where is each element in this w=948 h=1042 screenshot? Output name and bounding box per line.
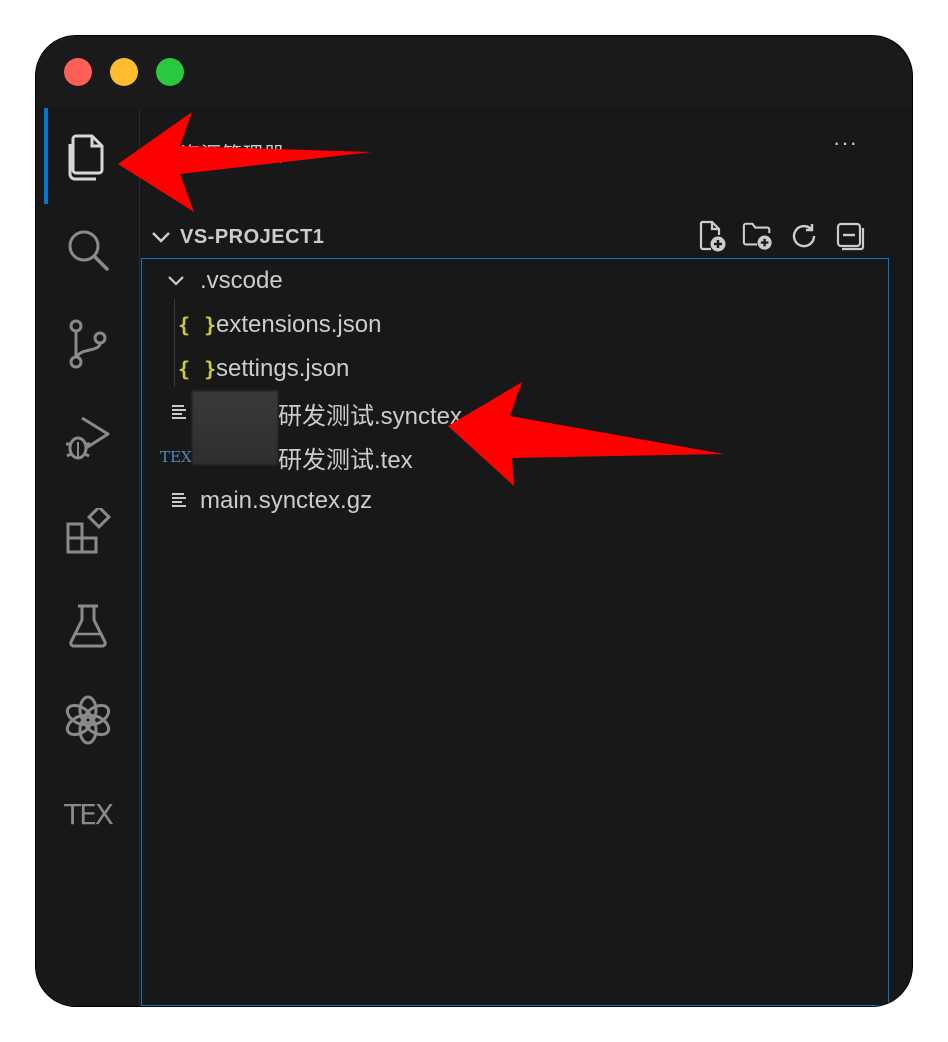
files-icon [68,134,104,181]
close-button[interactable] [64,58,92,86]
title-bar [36,36,912,108]
latex-button[interactable]: TEX [62,788,114,840]
tex-icon: TEX [64,797,114,831]
tree-item-label: settings.json [216,355,350,382]
new-file-icon [699,220,726,252]
explorer-title: 资源管理器 [180,144,285,166]
tree-row-settings-json[interactable]: { } settings.json [142,347,888,391]
extensions-button[interactable] [62,506,114,558]
tree-item-label: 研发测试.tex [278,446,413,474]
refresh-button[interactable] [788,218,820,254]
source-control-button[interactable] [62,318,114,370]
file-tree: .vscode { } extensions.json { } settings… [141,258,889,1006]
search-icon [68,230,109,271]
more-actions-button[interactable]: ··· [833,130,858,156]
tex-file-icon: TEX [160,448,192,466]
workspace-section-header[interactable]: VS-PROJECT1 [140,218,890,258]
openai-icon [65,695,111,745]
explorer-button[interactable] [62,130,114,182]
new-file-button[interactable] [696,218,728,254]
source-control-icon [69,319,107,369]
redaction-blur [192,391,278,465]
collapse-all-button[interactable] [834,218,866,254]
json-icon: { } [178,313,218,337]
text-file-icon [172,405,186,419]
chevron-down-icon [152,232,170,243]
json-icon: { } [178,357,218,381]
minimize-button[interactable] [110,58,138,86]
vscode-window: TEX 资源管理器 ··· VS-PROJECT1 .vscode {} ex… [36,36,912,1006]
chevron-down-icon [168,276,184,286]
run-debug-button[interactable] [62,412,114,464]
testing-button[interactable] [62,600,114,652]
new-folder-button[interactable] [742,218,774,254]
extensions-icon [66,508,112,554]
explorer-sidebar: 资源管理器 ··· VS-PROJECT1 .vscode {} extens… [140,108,890,1006]
tree-row-main-synctex[interactable]: main.synctex.gz [142,479,888,523]
run-debug-icon [66,416,110,460]
collapse-all-icon [836,222,865,251]
workspace-title: VS-PROJECT1 [180,226,325,248]
refresh-icon [792,224,816,248]
tree-item-label: extensions.json [216,311,382,338]
new-folder-icon [742,222,772,250]
section-actions [696,218,866,254]
tree-item-label: main.synctex.gz [200,487,373,514]
activity-bar: TEX [36,108,140,1006]
text-file-icon [172,493,186,507]
active-indicator [44,108,48,204]
chatgpt-button[interactable] [62,694,114,746]
tree-item-label: .vscode [200,267,283,294]
sidebar-header: 资源管理器 ··· [140,108,890,180]
tree-row-vscode-folder[interactable]: .vscode [142,259,888,303]
zoom-button[interactable] [156,58,184,86]
tree-item-label: 研发测试.synctex.gz [278,402,495,430]
tree-row-extensions-json[interactable]: { } extensions.json [142,303,888,347]
search-button[interactable] [62,224,114,276]
beaker-icon [69,604,107,648]
